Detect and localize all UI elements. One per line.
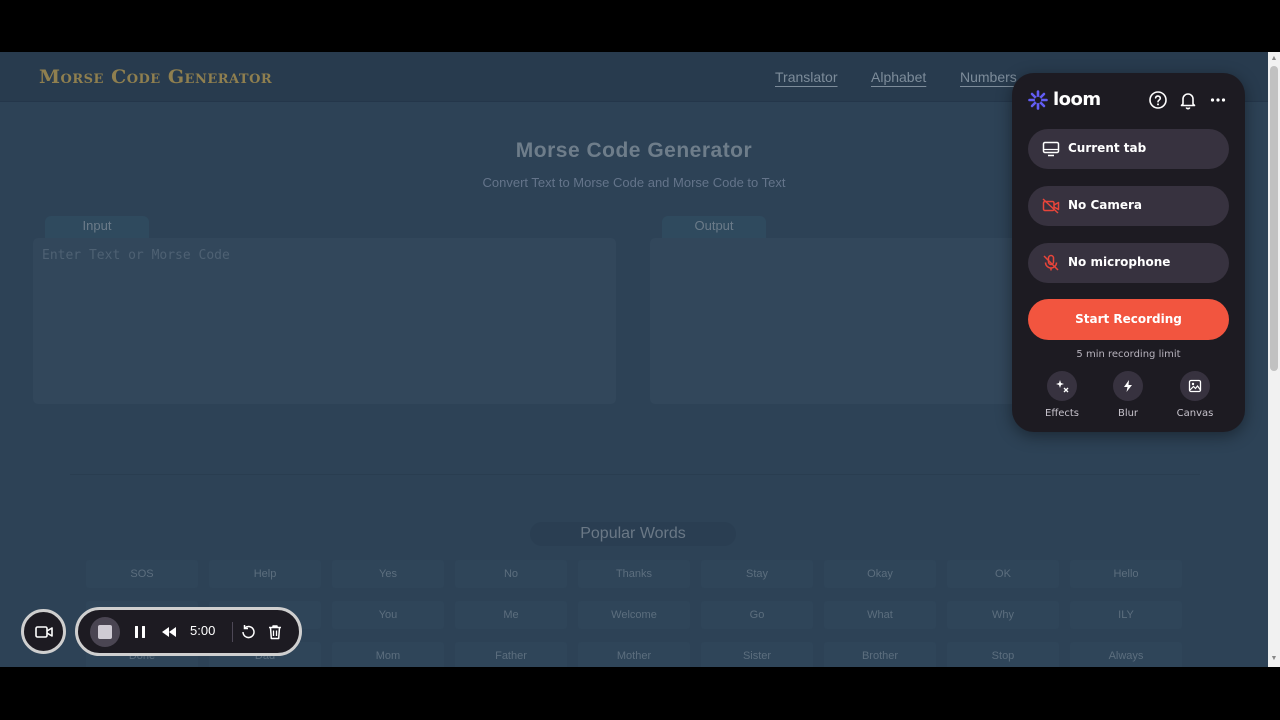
loom-panel: loom Current tab No Camera No microphone… — [1012, 73, 1245, 432]
blur-button[interactable]: Blur — [1103, 371, 1153, 419]
recording-timer: 5:00 — [190, 623, 216, 638]
popular-word-button[interactable]: You — [332, 601, 444, 629]
recording-controls: 5:00 — [75, 607, 302, 656]
popular-word-button[interactable]: Hello — [1070, 560, 1182, 588]
popular-word-button[interactable]: Sister — [701, 642, 813, 667]
popular-word-button[interactable]: Stay — [701, 560, 813, 588]
popular-word-button[interactable]: Stop — [947, 642, 1059, 667]
output-label: Output — [662, 216, 766, 238]
source-current-tab[interactable]: Current tab — [1028, 129, 1229, 169]
loom-wordmark: loom — [1053, 89, 1101, 110]
canvas-label: Canvas — [1176, 408, 1214, 419]
nav-numbers[interactable]: Numbers — [960, 69, 1017, 85]
popular-word-button[interactable]: Thanks — [578, 560, 690, 588]
popular-word-button[interactable]: SOS — [86, 560, 198, 588]
popular-word-button[interactable]: Help — [209, 560, 321, 588]
input-placeholder: Enter Text or Morse Code — [42, 248, 230, 263]
image-icon — [1188, 379, 1202, 393]
camera-option[interactable]: No Camera — [1028, 186, 1229, 226]
start-recording-button[interactable]: Start Recording — [1028, 299, 1229, 340]
input-label: Input — [45, 216, 149, 238]
effects-button[interactable]: Effects — [1037, 371, 1087, 419]
popular-word-button[interactable]: Go — [701, 601, 813, 629]
popular-word-button[interactable]: Welcome — [578, 601, 690, 629]
microphone-option-label: No microphone — [1068, 255, 1171, 269]
popular-word-button[interactable]: OK — [947, 560, 1059, 588]
nav-translator[interactable]: Translator — [775, 69, 838, 85]
input-textarea[interactable]: Enter Text or Morse Code — [33, 238, 616, 404]
popular-word-button[interactable]: Father — [455, 642, 567, 667]
popular-word-button[interactable]: What — [824, 601, 936, 629]
sparkles-icon — [1056, 380, 1069, 393]
camera-bubble[interactable] — [21, 609, 66, 654]
popular-words-heading: Popular Words — [530, 522, 736, 546]
help-circle-icon[interactable] — [1148, 90, 1168, 110]
popular-word-button[interactable]: Me — [455, 601, 567, 629]
effects-label: Effects — [1045, 408, 1079, 419]
more-horizontal-icon[interactable] — [1208, 90, 1228, 110]
trash-icon[interactable] — [265, 622, 285, 642]
blur-label: Blur — [1117, 408, 1139, 419]
scroll-down-arrow[interactable]: ▼ — [1268, 653, 1280, 665]
source-current-tab-label: Current tab — [1068, 141, 1147, 155]
microphone-option[interactable]: No microphone — [1028, 243, 1229, 283]
lightning-icon — [1124, 380, 1132, 392]
popular-word-button[interactable]: Brother — [824, 642, 936, 667]
video-camera-icon — [34, 625, 53, 638]
popular-word-button[interactable]: Mom — [332, 642, 444, 667]
loom-logo-icon — [1028, 89, 1048, 110]
recording-limit-text: 5 min recording limit — [1076, 349, 1181, 360]
mic-off-icon — [1043, 254, 1059, 271]
pause-icon[interactable] — [130, 622, 150, 642]
camera-off-icon — [1042, 198, 1060, 214]
popular-word-button[interactable]: Yes — [332, 560, 444, 588]
popular-word-button[interactable]: No — [455, 560, 567, 588]
controls-divider — [232, 622, 233, 642]
popular-word-button[interactable]: Mother — [578, 642, 690, 667]
monitor-icon — [1042, 141, 1060, 157]
bell-icon[interactable] — [1178, 90, 1198, 110]
scroll-thumb[interactable] — [1270, 66, 1278, 371]
rewind-icon[interactable] — [159, 622, 179, 642]
section-divider — [70, 474, 1200, 475]
site-logo[interactable]: Morse Code Generator — [39, 66, 272, 88]
popular-word-button[interactable]: Always — [1070, 642, 1182, 667]
loom-logo: loom — [1028, 89, 1101, 110]
popular-word-button[interactable]: Okay — [824, 560, 936, 588]
nav-alphabet[interactable]: Alphabet — [871, 69, 926, 85]
popular-word-button[interactable]: ILY — [1070, 601, 1182, 629]
popular-word-button[interactable]: Why — [947, 601, 1059, 629]
scrollbar[interactable]: ▲ ▼ — [1268, 52, 1280, 667]
stop-button[interactable] — [90, 617, 120, 647]
canvas-button[interactable]: Canvas — [1170, 371, 1220, 419]
camera-option-label: No Camera — [1068, 198, 1143, 212]
restart-icon[interactable] — [238, 622, 258, 642]
scroll-up-arrow[interactable]: ▲ — [1268, 53, 1280, 65]
